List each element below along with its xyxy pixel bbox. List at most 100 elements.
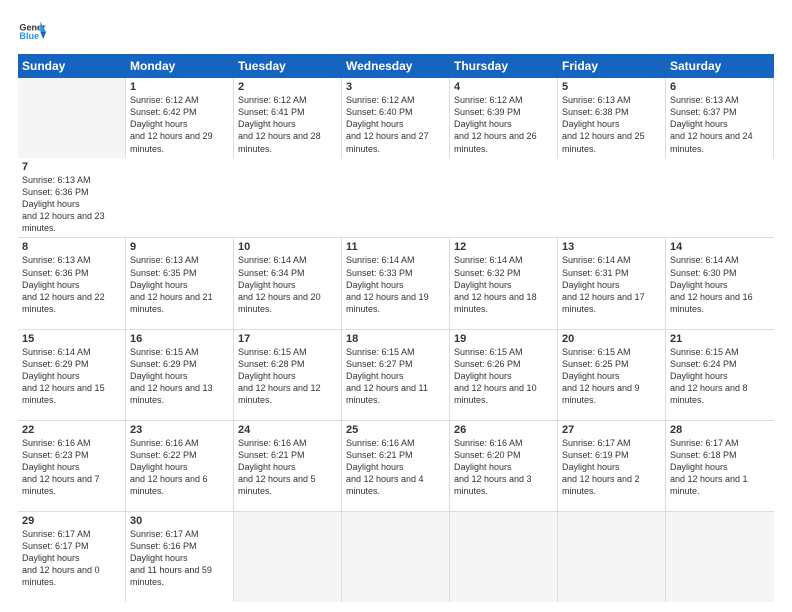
calendar-cell: 28Sunrise: 6:17 AMSunset: 6:18 PMDayligh… [666,421,774,511]
calendar-cell: 8Sunrise: 6:13 AMSunset: 6:36 PMDaylight… [18,238,126,328]
day-number: 18 [346,333,445,345]
cell-info: Sunrise: 6:17 AMSunset: 6:19 PMDaylight … [562,437,661,498]
cell-info: Sunrise: 6:15 AMSunset: 6:27 PMDaylight … [346,346,445,407]
cell-info: Sunrise: 6:15 AMSunset: 6:24 PMDaylight … [670,346,770,407]
cell-info: Sunrise: 6:14 AMSunset: 6:32 PMDaylight … [454,254,553,315]
cell-info: Sunrise: 6:16 AMSunset: 6:22 PMDaylight … [130,437,229,498]
header-day-thursday: Thursday [450,54,558,78]
calendar-cell: 9Sunrise: 6:13 AMSunset: 6:35 PMDaylight… [126,238,234,328]
day-number: 25 [346,424,445,436]
calendar-cell: 11Sunrise: 6:14 AMSunset: 6:33 PMDayligh… [342,238,450,328]
cell-info: Sunrise: 6:17 AMSunset: 6:16 PMDaylight … [130,528,229,589]
calendar-cell: 7Sunrise: 6:13 AMSunset: 6:36 PMDaylight… [18,158,126,238]
day-number: 3 [346,81,445,93]
logo: General Blue [18,18,50,46]
cell-info: Sunrise: 6:13 AMSunset: 6:38 PMDaylight … [562,94,661,155]
day-number: 12 [454,241,553,253]
day-number: 10 [238,241,337,253]
header-day-wednesday: Wednesday [342,54,450,78]
cell-info: Sunrise: 6:12 AMSunset: 6:40 PMDaylight … [346,94,445,155]
calendar-cell: 10Sunrise: 6:14 AMSunset: 6:34 PMDayligh… [234,238,342,328]
calendar-row-1: 8Sunrise: 6:13 AMSunset: 6:36 PMDaylight… [18,238,774,329]
calendar-header: SundayMondayTuesdayWednesdayThursdayFrid… [18,54,774,78]
calendar-cell: 14Sunrise: 6:14 AMSunset: 6:30 PMDayligh… [666,238,774,328]
calendar-cell: 20Sunrise: 6:15 AMSunset: 6:25 PMDayligh… [558,330,666,420]
day-number: 28 [670,424,770,436]
header-day-saturday: Saturday [666,54,774,78]
calendar-cell [342,512,450,602]
calendar: SundayMondayTuesdayWednesdayThursdayFrid… [18,54,774,602]
calendar-cell: 23Sunrise: 6:16 AMSunset: 6:22 PMDayligh… [126,421,234,511]
calendar-cell: 30Sunrise: 6:17 AMSunset: 6:16 PMDayligh… [126,512,234,602]
calendar-cell: 25Sunrise: 6:16 AMSunset: 6:21 PMDayligh… [342,421,450,511]
header: General Blue [18,18,774,46]
cell-info: Sunrise: 6:14 AMSunset: 6:30 PMDaylight … [670,254,770,315]
day-number: 9 [130,241,229,253]
header-day-monday: Monday [126,54,234,78]
header-day-tuesday: Tuesday [234,54,342,78]
cell-info: Sunrise: 6:13 AMSunset: 6:37 PMDaylight … [670,94,769,155]
calendar-cell: 19Sunrise: 6:15 AMSunset: 6:26 PMDayligh… [450,330,558,420]
day-number: 5 [562,81,661,93]
calendar-cell: 26Sunrise: 6:16 AMSunset: 6:20 PMDayligh… [450,421,558,511]
cell-info: Sunrise: 6:13 AMSunset: 6:36 PMDaylight … [22,174,122,235]
cell-info: Sunrise: 6:17 AMSunset: 6:17 PMDaylight … [22,528,121,589]
day-number: 8 [22,241,121,253]
cell-info: Sunrise: 6:12 AMSunset: 6:39 PMDaylight … [454,94,553,155]
cell-info: Sunrise: 6:14 AMSunset: 6:31 PMDaylight … [562,254,661,315]
calendar-cell: 27Sunrise: 6:17 AMSunset: 6:19 PMDayligh… [558,421,666,511]
cell-info: Sunrise: 6:12 AMSunset: 6:41 PMDaylight … [238,94,337,155]
cell-info: Sunrise: 6:16 AMSunset: 6:21 PMDaylight … [238,437,337,498]
day-number: 16 [130,333,229,345]
calendar-cell: 24Sunrise: 6:16 AMSunset: 6:21 PMDayligh… [234,421,342,511]
day-number: 2 [238,81,337,93]
day-number: 24 [238,424,337,436]
calendar-row-2: 15Sunrise: 6:14 AMSunset: 6:29 PMDayligh… [18,330,774,421]
cell-info: Sunrise: 6:14 AMSunset: 6:33 PMDaylight … [346,254,445,315]
cell-info: Sunrise: 6:15 AMSunset: 6:25 PMDaylight … [562,346,661,407]
day-number: 14 [670,241,770,253]
calendar-cell: 22Sunrise: 6:16 AMSunset: 6:23 PMDayligh… [18,421,126,511]
day-number: 29 [22,515,121,527]
day-number: 15 [22,333,121,345]
day-number: 30 [130,515,229,527]
calendar-row-0: 1Sunrise: 6:12 AMSunset: 6:42 PMDaylight… [18,78,774,238]
calendar-cell: 18Sunrise: 6:15 AMSunset: 6:27 PMDayligh… [342,330,450,420]
calendar-row-4: 29Sunrise: 6:17 AMSunset: 6:17 PMDayligh… [18,512,774,602]
calendar-cell [18,78,126,158]
calendar-cell [450,512,558,602]
calendar-cell: 2Sunrise: 6:12 AMSunset: 6:41 PMDaylight… [234,78,342,158]
calendar-cell: 5Sunrise: 6:13 AMSunset: 6:38 PMDaylight… [558,78,666,158]
day-number: 13 [562,241,661,253]
calendar-cell: 15Sunrise: 6:14 AMSunset: 6:29 PMDayligh… [18,330,126,420]
calendar-cell: 17Sunrise: 6:15 AMSunset: 6:28 PMDayligh… [234,330,342,420]
day-number: 26 [454,424,553,436]
cell-info: Sunrise: 6:17 AMSunset: 6:18 PMDaylight … [670,437,770,498]
cell-info: Sunrise: 6:15 AMSunset: 6:29 PMDaylight … [130,346,229,407]
day-number: 22 [22,424,121,436]
cell-info: Sunrise: 6:16 AMSunset: 6:23 PMDaylight … [22,437,121,498]
calendar-cell: 6Sunrise: 6:13 AMSunset: 6:37 PMDaylight… [666,78,774,158]
day-number: 6 [670,81,769,93]
calendar-body: 1Sunrise: 6:12 AMSunset: 6:42 PMDaylight… [18,78,774,602]
calendar-row-3: 22Sunrise: 6:16 AMSunset: 6:23 PMDayligh… [18,421,774,512]
header-day-sunday: Sunday [18,54,126,78]
cell-info: Sunrise: 6:16 AMSunset: 6:20 PMDaylight … [454,437,553,498]
cell-info: Sunrise: 6:13 AMSunset: 6:35 PMDaylight … [130,254,229,315]
calendar-cell [558,512,666,602]
cell-info: Sunrise: 6:14 AMSunset: 6:34 PMDaylight … [238,254,337,315]
cell-info: Sunrise: 6:15 AMSunset: 6:28 PMDaylight … [238,346,337,407]
day-number: 19 [454,333,553,345]
day-number: 17 [238,333,337,345]
calendar-cell: 21Sunrise: 6:15 AMSunset: 6:24 PMDayligh… [666,330,774,420]
cell-info: Sunrise: 6:12 AMSunset: 6:42 PMDaylight … [130,94,229,155]
cell-info: Sunrise: 6:16 AMSunset: 6:21 PMDaylight … [346,437,445,498]
day-number: 23 [130,424,229,436]
day-number: 21 [670,333,770,345]
calendar-cell: 16Sunrise: 6:15 AMSunset: 6:29 PMDayligh… [126,330,234,420]
day-number: 4 [454,81,553,93]
header-day-friday: Friday [558,54,666,78]
day-number: 1 [130,81,229,93]
calendar-cell: 13Sunrise: 6:14 AMSunset: 6:31 PMDayligh… [558,238,666,328]
calendar-cell: 1Sunrise: 6:12 AMSunset: 6:42 PMDaylight… [126,78,234,158]
